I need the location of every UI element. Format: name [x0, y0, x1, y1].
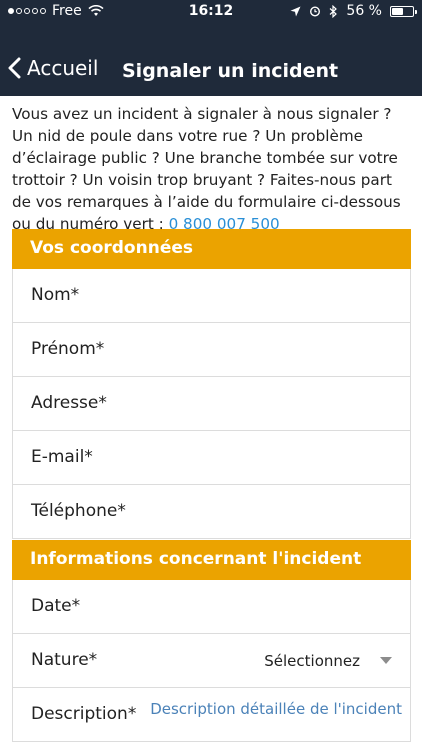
page-title: Signaler un incident	[122, 60, 339, 82]
nom-field[interactable]: Nom*	[12, 269, 411, 323]
prenom-label: Prénom*	[31, 339, 105, 359]
email-label: E-mail*	[31, 447, 93, 467]
battery-percent: 56 %	[346, 3, 382, 19]
back-button[interactable]: Accueil	[8, 56, 98, 80]
date-field[interactable]: Date*	[12, 580, 411, 634]
status-bar: Free 16:12 56 %	[0, 0, 422, 24]
caret-down-icon	[380, 657, 392, 664]
intro-body: Vous avez un incident à signaler à nous …	[12, 105, 401, 233]
telephone-label: Téléphone*	[31, 501, 126, 521]
adresse-label: Adresse*	[31, 393, 107, 413]
app-header: Free 16:12 56 % Accueil Signaler un inci…	[0, 0, 422, 96]
navigation-bar: Accueil Signaler un incident	[0, 48, 422, 92]
section-header-incident: Informations concernant l'incident	[12, 540, 411, 580]
status-right: 56 %	[290, 3, 417, 19]
description-field[interactable]: Description* Description détaillée de l'…	[12, 688, 411, 742]
intro-text: Vous avez un incident à signaler à nous …	[12, 103, 412, 235]
description-label: Description*	[31, 704, 137, 724]
telephone-field[interactable]: Téléphone*	[12, 485, 411, 539]
description-placeholder: Description détaillée de l'incident	[150, 700, 402, 718]
chevron-left-icon	[8, 57, 21, 79]
back-label: Accueil	[27, 56, 99, 80]
email-field[interactable]: E-mail*	[12, 431, 411, 485]
bluetooth-icon	[330, 4, 338, 18]
battery-icon	[390, 5, 417, 17]
location-arrow-icon	[290, 6, 301, 16]
section-header-contact: Vos coordonnées	[12, 229, 411, 269]
adresse-field[interactable]: Adresse*	[12, 377, 411, 431]
prenom-field[interactable]: Prénom*	[12, 323, 411, 377]
nature-label: Nature*	[31, 650, 98, 670]
nom-label: Nom*	[31, 285, 80, 305]
nature-select[interactable]: Nature* Sélectionnez	[12, 634, 411, 688]
alarm-clock-icon	[310, 6, 321, 17]
date-label: Date*	[31, 596, 81, 616]
nature-selected-value: Sélectionnez	[264, 652, 360, 670]
